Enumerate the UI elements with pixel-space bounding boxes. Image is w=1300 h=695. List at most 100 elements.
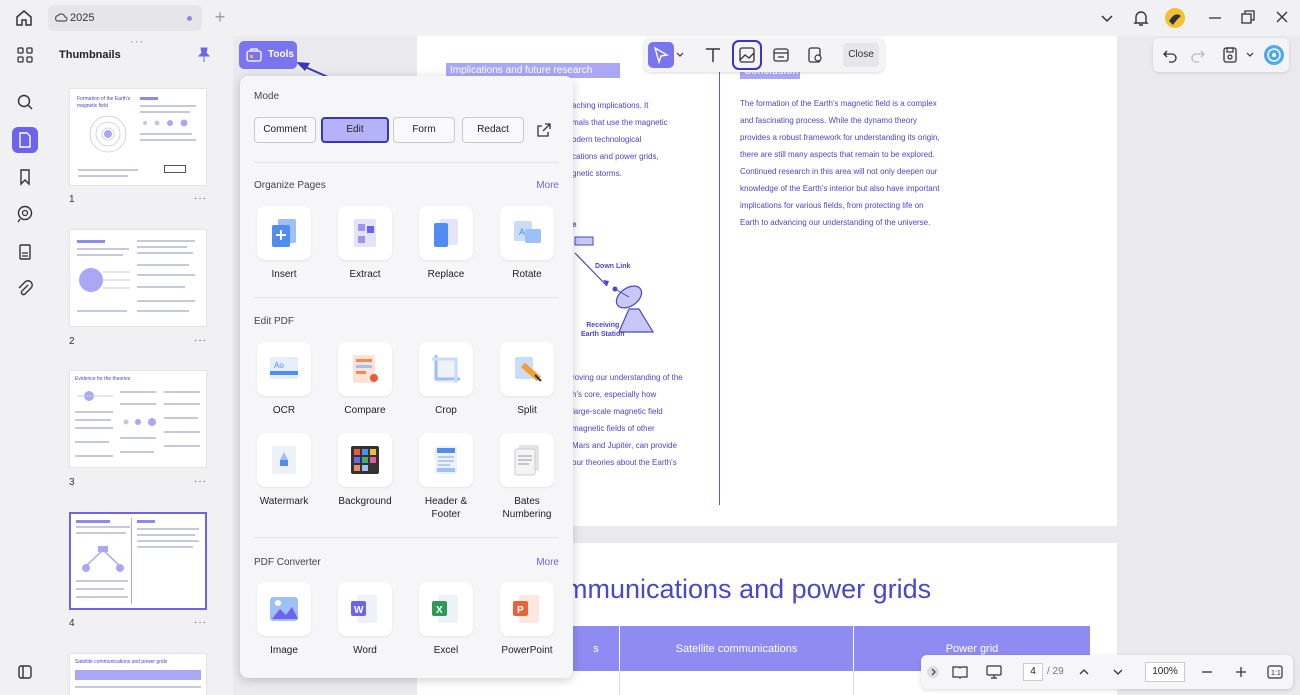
thumb-diagram: [82, 546, 124, 572]
close-toolbar-button[interactable]: Close: [843, 43, 879, 67]
tools-button[interactable]: Tools: [239, 41, 297, 69]
thumb-diagram: [79, 268, 130, 292]
organize-section-title: Organize Pages: [254, 180, 326, 191]
mode-edit-button[interactable]: Edit: [321, 117, 389, 143]
restore-icon[interactable]: [1241, 8, 1255, 28]
thumbnail-page-2[interactable]: [69, 229, 207, 327]
avatar[interactable]: [1164, 7, 1186, 29]
thumb-menu-4[interactable]: ···: [194, 617, 207, 628]
extract-icon: [354, 219, 376, 247]
extract-tile[interactable]: [338, 206, 392, 260]
page-navigation-bar: 4 / 29 100% 1:1: [921, 655, 1293, 689]
add-image-button[interactable]: [732, 40, 762, 70]
organize-more-link[interactable]: More: [536, 180, 559, 191]
crop-tile[interactable]: [419, 342, 473, 396]
header-footer-icon: [435, 446, 457, 474]
next-page-icon[interactable]: [1111, 665, 1125, 679]
text-line: provides a robust framework for understa…: [740, 133, 940, 142]
layout-button[interactable]: [12, 659, 38, 685]
split-tile[interactable]: [500, 342, 554, 396]
background-tile[interactable]: [338, 433, 392, 487]
converter-more-link[interactable]: More: [536, 557, 559, 568]
edit-section-title: Edit PDF: [254, 316, 295, 327]
compare-icon: [353, 355, 378, 383]
chevron-down-icon[interactable]: [1100, 8, 1114, 28]
thumb-menu-3[interactable]: ···: [194, 476, 207, 487]
powerpoint-icon: P: [513, 595, 539, 623]
document-button[interactable]: [12, 239, 38, 265]
replace-tile[interactable]: [419, 206, 473, 260]
to-excel-tile[interactable]: X: [419, 582, 473, 636]
svg-text:P: P: [517, 605, 524, 616]
watermark-tile[interactable]: [257, 433, 311, 487]
document-icon: [19, 244, 31, 260]
table-cell: [853, 671, 921, 695]
select-tool-button[interactable]: [648, 42, 674, 68]
thumb-divider: [131, 518, 132, 604]
comments-button[interactable]: [12, 201, 38, 227]
header-footer-tile[interactable]: [419, 433, 473, 487]
save-icon[interactable]: [1221, 46, 1239, 64]
fit-page-icon[interactable]: 1:1: [1267, 664, 1283, 680]
collapse-nav-icon[interactable]: [926, 665, 940, 679]
thumb-line: [75, 455, 113, 457]
thumbnail-page-5[interactable]: Satellite communications and power grids: [69, 653, 207, 695]
add-link-button[interactable]: [768, 42, 794, 68]
thumbnail-page-3[interactable]: Evidence for the theories: [69, 370, 207, 468]
text-line: knowledge of the Earth's interior but al…: [740, 184, 940, 193]
previous-page-icon[interactable]: [1077, 665, 1091, 679]
crop-label: Crop: [435, 405, 457, 416]
crop-icon: [432, 355, 460, 383]
bell-icon[interactable]: [1132, 8, 1150, 28]
chevron-down-icon[interactable]: [676, 50, 684, 60]
thumb-line: [75, 411, 113, 413]
minimize-icon[interactable]: [1208, 8, 1222, 28]
text-line: Receiving: [586, 322, 620, 329]
thumb-line: [137, 520, 155, 523]
thumb-menu-2[interactable]: ···: [194, 335, 207, 346]
thumbnails-button[interactable]: [12, 127, 38, 153]
zoom-out-icon[interactable]: [1200, 665, 1214, 679]
presentation-icon[interactable]: [985, 663, 1003, 681]
add-watermark-button[interactable]: [802, 42, 828, 68]
svg-text:W: W: [354, 605, 364, 616]
left-paragraph-1: aching implications. It mals that use th…: [572, 97, 668, 182]
thumb-num-1: 1: [69, 194, 75, 205]
redo-icon[interactable]: [1189, 46, 1207, 64]
to-word-tile[interactable]: W: [338, 582, 392, 636]
column-divider: [719, 40, 720, 505]
mode-comment-button[interactable]: Comment: [254, 117, 316, 143]
undo-icon[interactable]: [1161, 46, 1179, 64]
thumb-line: [137, 246, 187, 248]
compare-tile[interactable]: [338, 342, 392, 396]
mode-form-button[interactable]: Form: [393, 117, 455, 143]
chevron-down-icon[interactable]: [1246, 50, 1254, 60]
rotate-tile[interactable]: A: [500, 206, 554, 260]
add-text-button[interactable]: [700, 42, 726, 68]
mode-redact-button[interactable]: Redact: [462, 117, 524, 143]
ocr-tile[interactable]: Ao: [257, 342, 311, 396]
zoom-in-icon[interactable]: [1234, 665, 1248, 679]
text-line: The formation of the Earth's magnetic fi…: [740, 99, 937, 108]
ai-assistant-icon[interactable]: [1263, 44, 1285, 66]
attachments-button[interactable]: [12, 276, 38, 302]
mode-section-title: Mode: [254, 91, 280, 102]
insert-tile[interactable]: [257, 206, 311, 260]
link-icon: [773, 48, 789, 62]
bates-numbering-tile[interactable]: [500, 433, 554, 487]
reading-mode-icon[interactable]: [951, 663, 969, 681]
to-powerpoint-tile[interactable]: P: [500, 582, 554, 636]
page-number-input[interactable]: 4: [1023, 663, 1043, 681]
stamp-icon: [808, 47, 822, 63]
text-line: implications for various fields, from pr…: [740, 201, 924, 210]
zoom-level[interactable]: 100%: [1145, 662, 1185, 682]
tools-popup: Mode Comment Edit Form Redact Organize P…: [240, 76, 573, 678]
svg-text:A: A: [519, 227, 525, 237]
thumb-line: [76, 588, 124, 590]
bookmarks-button[interactable]: [12, 164, 38, 190]
external-link-icon[interactable]: [536, 122, 552, 138]
thumbnail-page-4[interactable]: [69, 512, 207, 610]
thumb-menu-1[interactable]: ···: [194, 193, 207, 204]
to-image-tile[interactable]: [257, 582, 311, 636]
close-window-icon[interactable]: [1275, 8, 1289, 28]
